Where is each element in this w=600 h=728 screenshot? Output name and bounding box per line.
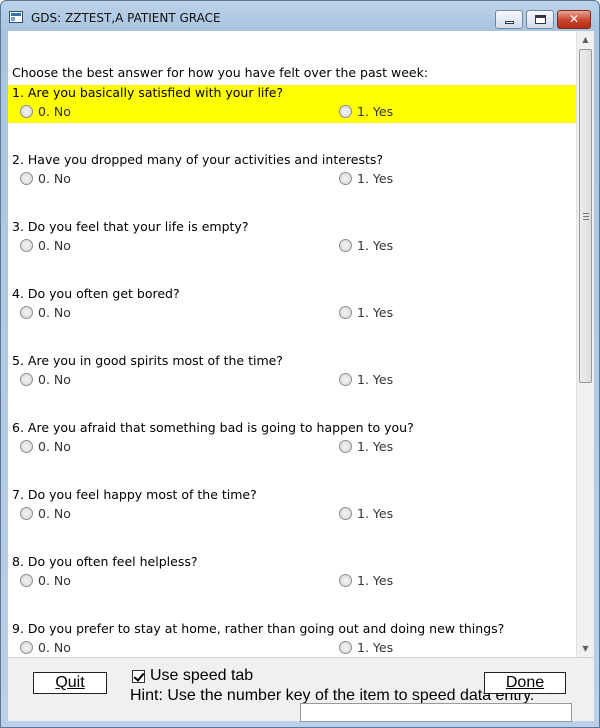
question-7: 7. Do you feel happy most of the time? 0…: [8, 487, 576, 543]
answer-no-label: 0. No: [38, 439, 71, 454]
speed-tab-checkbox[interactable]: Use speed tab: [132, 667, 253, 685]
answer-yes-label: 1. Yes: [357, 439, 394, 454]
radio-icon[interactable]: [20, 641, 33, 654]
scrollbar-thumb[interactable]: [579, 49, 592, 383]
question-3: 3. Do you feel that your life is empty? …: [8, 219, 576, 275]
answer-yes-label: 1. Yes: [357, 372, 394, 387]
question-text: 5. Are you in good spirits most of the t…: [12, 353, 283, 368]
radio-icon[interactable]: [339, 306, 352, 319]
answer-yes-label: 1. Yes: [357, 305, 394, 320]
footer-bar: Quit Use speed tab Hint: Use the number …: [8, 657, 594, 722]
radio-icon[interactable]: [339, 373, 352, 386]
question-list: Choose the best answer for how you have …: [8, 31, 576, 657]
question-1: 1. Are you basically satisfied with your…: [8, 85, 576, 123]
question-text: 3. Do you feel that your life is empty?: [12, 219, 249, 234]
radio-icon[interactable]: [20, 373, 33, 386]
answer-no-radio[interactable]: 0. No: [20, 372, 71, 387]
question-8: 8. Do you often feel helpless? 0. No 1. …: [8, 554, 576, 610]
question-text: 7. Do you feel happy most of the time?: [12, 487, 257, 502]
answer-yes-label: 1. Yes: [357, 640, 394, 655]
radio-icon[interactable]: [339, 239, 352, 252]
done-button[interactable]: Done: [484, 672, 566, 694]
radio-icon[interactable]: [339, 440, 352, 453]
close-icon: ✕: [568, 12, 580, 26]
answer-yes-label: 1. Yes: [357, 573, 394, 588]
done-label: Done: [505, 674, 545, 691]
window-title: GDS: ZZTEST,A PATIENT GRACE: [31, 11, 221, 25]
answer-no-label: 0. No: [38, 104, 71, 119]
question-text: 9. Do you prefer to stay at home, rather…: [12, 621, 505, 636]
answer-yes-label: 1. Yes: [357, 104, 394, 119]
question-text: 4. Do you often get bored?: [12, 286, 180, 301]
radio-icon[interactable]: [339, 641, 352, 654]
close-button[interactable]: ✕: [557, 10, 591, 29]
radio-icon[interactable]: [20, 507, 33, 520]
answer-no-radio[interactable]: 0. No: [20, 640, 71, 655]
question-9: 9. Do you prefer to stay at home, rather…: [8, 621, 576, 657]
scroll-down-arrow-icon[interactable]: ▼: [577, 640, 594, 657]
question-text: 2. Have you dropped many of your activit…: [12, 152, 384, 167]
checkbox-checked-icon[interactable]: [132, 669, 145, 683]
app-icon: [9, 11, 23, 23]
answer-no-radio[interactable]: 0. No: [20, 439, 71, 454]
answer-no-label: 0. No: [38, 171, 71, 186]
radio-icon[interactable]: [339, 105, 352, 118]
answer-yes-radio[interactable]: 1. Yes: [339, 171, 393, 186]
status-field: [300, 703, 572, 722]
client-area: Choose the best answer for how you have …: [8, 31, 594, 722]
answer-yes-label: 1. Yes: [357, 171, 394, 186]
question-6: 6. Are you afraid that something bad is …: [8, 420, 576, 476]
answer-no-radio[interactable]: 0. No: [20, 104, 71, 119]
answer-yes-label: 1. Yes: [357, 238, 394, 253]
question-text: 1. Are you basically satisfied with your…: [12, 85, 284, 100]
answer-yes-radio[interactable]: 1. Yes: [339, 104, 393, 119]
answer-no-label: 0. No: [38, 372, 71, 387]
answer-no-radio[interactable]: 0. No: [20, 506, 71, 521]
minimize-icon: [505, 21, 514, 24]
radio-icon[interactable]: [20, 239, 33, 252]
answer-no-radio[interactable]: 0. No: [20, 238, 71, 253]
question-2: 2. Have you dropped many of your activit…: [8, 152, 576, 208]
answer-yes-radio[interactable]: 1. Yes: [339, 305, 393, 320]
answer-yes-radio[interactable]: 1. Yes: [339, 439, 393, 454]
grip-icon: [583, 213, 589, 220]
radio-icon[interactable]: [339, 172, 352, 185]
answer-no-radio[interactable]: 0. No: [20, 171, 71, 186]
quit-button[interactable]: Quit: [33, 672, 107, 694]
answer-no-label: 0. No: [38, 573, 71, 588]
answer-no-label: 0. No: [38, 238, 71, 253]
question-text: 8. Do you often feel helpless?: [12, 554, 198, 569]
answer-yes-radio[interactable]: 1. Yes: [339, 640, 393, 655]
vertical-scrollbar[interactable]: ▲ ▼: [576, 31, 594, 657]
answer-yes-radio[interactable]: 1. Yes: [339, 506, 393, 521]
answer-no-radio[interactable]: 0. No: [20, 573, 71, 588]
answer-yes-radio[interactable]: 1. Yes: [339, 238, 393, 253]
radio-icon[interactable]: [339, 507, 352, 520]
instructions: Choose the best answer for how you have …: [12, 65, 429, 80]
radio-icon[interactable]: [20, 105, 33, 118]
minimize-button[interactable]: [495, 10, 523, 29]
answer-yes-label: 1. Yes: [357, 506, 394, 521]
question-text: 6. Are you afraid that something bad is …: [12, 420, 414, 435]
radio-icon[interactable]: [20, 574, 33, 587]
quit-label: Quit: [55, 674, 85, 691]
answer-no-label: 0. No: [38, 640, 71, 655]
maximize-icon: [535, 15, 546, 24]
radio-icon[interactable]: [20, 306, 33, 319]
answer-yes-radio[interactable]: 1. Yes: [339, 573, 393, 588]
gds-window: GDS: ZZTEST,A PATIENT GRACE ✕ Choose the…: [0, 0, 600, 728]
speed-tab-label: Use speed tab: [150, 667, 254, 684]
answer-no-label: 0. No: [38, 305, 71, 320]
radio-icon[interactable]: [20, 440, 33, 453]
question-5: 5. Are you in good spirits most of the t…: [8, 353, 576, 409]
answer-no-label: 0. No: [38, 506, 71, 521]
scroll-up-arrow-icon[interactable]: ▲: [577, 31, 594, 48]
answer-yes-radio[interactable]: 1. Yes: [339, 372, 393, 387]
radio-icon[interactable]: [339, 574, 352, 587]
title-bar[interactable]: GDS: ZZTEST,A PATIENT GRACE ✕: [1, 1, 599, 31]
question-4: 4. Do you often get bored? 0. No 1. Yes: [8, 286, 576, 342]
radio-icon[interactable]: [20, 172, 33, 185]
maximize-button[interactable]: [526, 10, 554, 29]
answer-no-radio[interactable]: 0. No: [20, 305, 71, 320]
